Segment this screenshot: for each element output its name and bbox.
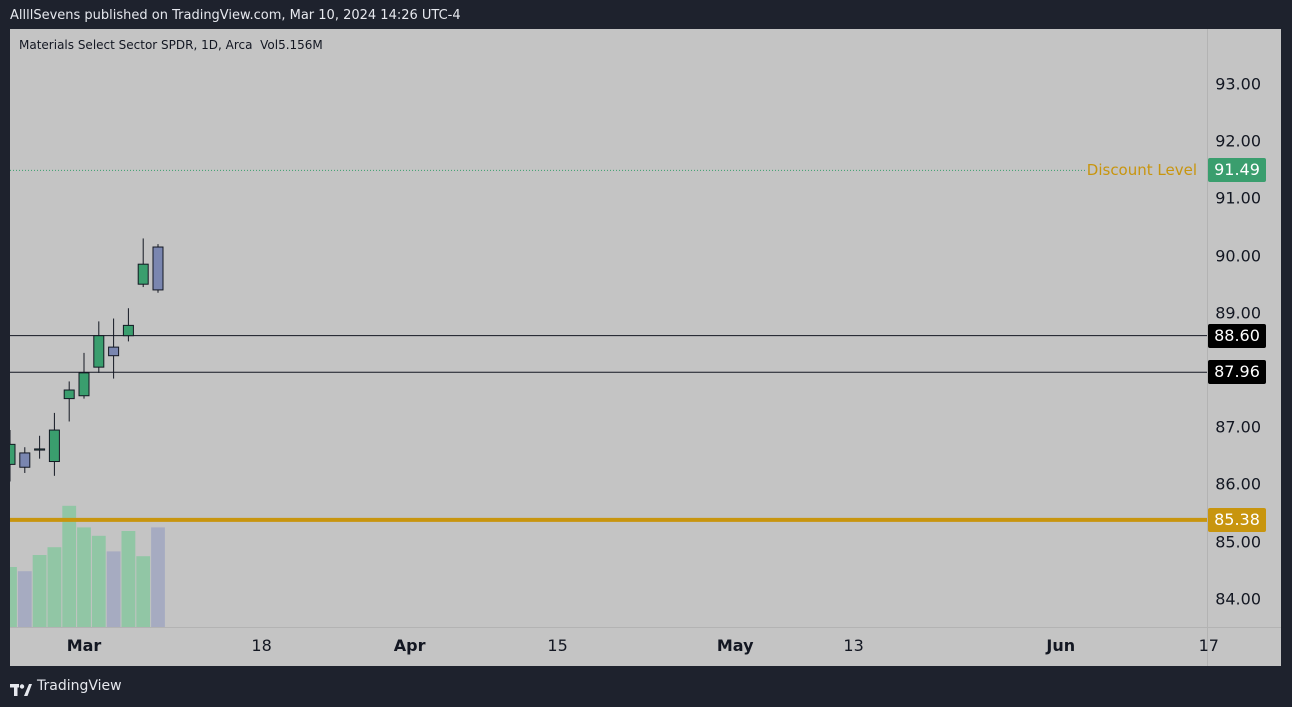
- volume-bar: [10, 567, 17, 627]
- tradingview-logo-icon: [10, 679, 32, 696]
- time-tick-label: 18: [251, 636, 272, 655]
- candle-body: [122, 324, 134, 337]
- footer-brand: TradingView: [37, 678, 122, 694]
- volume-bar: [121, 531, 136, 627]
- volume-bar: [77, 527, 91, 627]
- price-tick-label: 86.00: [1215, 474, 1261, 494]
- volume-bar: [47, 547, 62, 627]
- price-tick-label: 92.00: [1215, 131, 1261, 151]
- volume-bar: [136, 556, 151, 627]
- candle-body: [10, 443, 16, 465]
- price-tick-label: 84.00: [1215, 589, 1261, 609]
- time-tick-label: Mar: [66, 636, 102, 655]
- price-tick-label: 85.00: [1215, 532, 1261, 552]
- candlestick-chart: [10, 169, 1207, 627]
- time-tick-label: 17: [1198, 636, 1219, 655]
- price-level-tag: 85.38: [1208, 507, 1266, 532]
- legend-symbol: Materials Select Sector SPDR: [19, 38, 194, 52]
- candle-body: [48, 429, 60, 463]
- discount-level-label: Discount Level: [1086, 161, 1197, 180]
- volume-bar: [151, 527, 165, 627]
- legend-volume: Vol5.156M: [260, 38, 323, 52]
- chart-frame[interactable]: Materials Select Sector SPDR, 1D, Arca V…: [10, 29, 1281, 666]
- volume-bar: [32, 555, 47, 627]
- candle-body: [137, 263, 149, 285]
- candle-body: [78, 372, 90, 397]
- publish-info: AllllSevens published on TradingView.com…: [10, 8, 461, 23]
- time-axis[interactable]: [10, 627, 1207, 666]
- volume-bar: [106, 551, 121, 627]
- candle-body: [108, 346, 120, 357]
- footer: TradingView: [10, 672, 122, 700]
- candle-body: [34, 448, 46, 451]
- time-tick-label: Jun: [1046, 636, 1076, 655]
- volume-bar: [91, 535, 106, 627]
- time-tick-label: 13: [843, 636, 864, 655]
- price-tick-label: 91.00: [1215, 188, 1261, 208]
- price-level-tag: 87.96: [1208, 360, 1266, 385]
- price-tick-label: 90.00: [1215, 246, 1261, 266]
- price-level-tag: 91.49: [1208, 158, 1266, 183]
- price-tick-label: 93.00: [1215, 74, 1261, 94]
- candle-body: [19, 452, 31, 468]
- candle-body: [93, 335, 105, 368]
- time-tick-label: May: [716, 636, 754, 655]
- chart-legend[interactable]: Materials Select Sector SPDR, 1D, Arca V…: [19, 38, 323, 52]
- time-tick-label: Apr: [393, 636, 426, 655]
- legend-exchange: Arca: [225, 38, 253, 52]
- price-tick-label: 89.00: [1215, 303, 1261, 323]
- candle-body: [152, 246, 164, 291]
- volume-bar: [17, 571, 32, 627]
- price-tick-label: 87.00: [1215, 417, 1261, 437]
- plot-area[interactable]: Materials Select Sector SPDR, 1D, Arca V…: [10, 29, 1207, 627]
- volume-bar: [62, 505, 77, 627]
- price-level-tag: 88.60: [1208, 323, 1266, 348]
- candle-body: [63, 389, 75, 400]
- legend-interval: 1D: [201, 38, 218, 52]
- time-tick-label: 15: [547, 636, 568, 655]
